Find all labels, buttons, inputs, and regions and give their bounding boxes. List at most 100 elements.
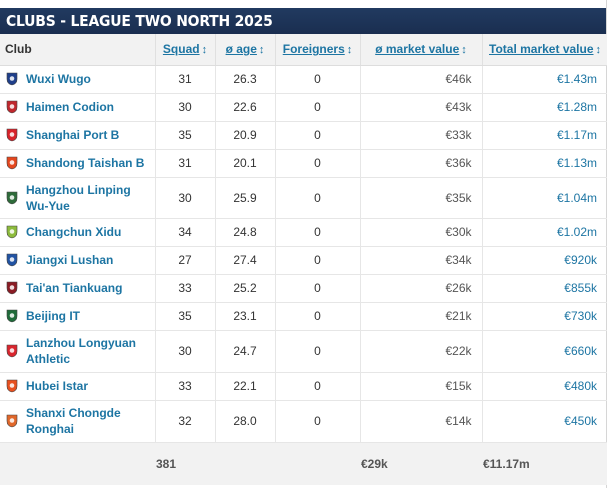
club-name[interactable]: Tai'an Tiankuang — [26, 280, 122, 296]
club-cell[interactable]: Lanzhou Longyuan Athletic — [0, 330, 155, 373]
club-cell[interactable]: Shanxi Chongde Ronghai — [0, 400, 155, 443]
market-value-cell: €30k — [359, 218, 482, 247]
club-name[interactable]: Wuxi Wugo — [26, 71, 91, 87]
club-cell[interactable]: Beijing IT — [0, 302, 155, 331]
table-row: Changchun Xidu 34 24.8 0 €30k €1.02m — [0, 218, 607, 247]
taian-tiankuang-crest-icon[interactable] — [5, 281, 19, 295]
club-name[interactable]: Shanxi Chongde Ronghai — [26, 405, 154, 437]
club-name[interactable]: Changchun Xidu — [26, 224, 121, 240]
beijing-it-crest-icon[interactable] — [5, 309, 19, 323]
club-link[interactable]: Hubei Istar — [5, 378, 154, 394]
club-link[interactable]: Haimen Codion — [5, 99, 154, 115]
total-market-value-cell[interactable]: €1.04m — [481, 177, 607, 219]
sort-icon[interactable]: ↕ — [596, 44, 602, 56]
club-name[interactable]: Hangzhou Linping Wu-Yue — [26, 182, 154, 214]
club-cell[interactable]: Hubei Istar — [0, 372, 155, 401]
club-name[interactable]: Lanzhou Longyuan Athletic — [26, 335, 154, 367]
club-cell[interactable]: Jiangxi Lushan — [0, 246, 155, 275]
table-row: Wuxi Wugo 31 26.3 0 €46k €1.43m — [0, 65, 607, 94]
market-value-cell: €26k — [359, 274, 482, 303]
squad-cell: 31 — [154, 65, 215, 94]
clubs-table: Club Squad ↕ ø age ↕ Foreigners ↕ ø market … — [0, 34, 607, 485]
hubei-istar-crest-icon[interactable] — [5, 379, 19, 393]
age-cell: 24.7 — [214, 330, 275, 373]
club-link[interactable]: Beijing IT — [5, 308, 154, 324]
total-market-value-cell[interactable]: €1.28m — [481, 93, 607, 122]
foreigners-cell: 0 — [274, 65, 360, 94]
club-link[interactable]: Hangzhou Linping Wu-Yue — [5, 182, 154, 214]
total-market-value-cell[interactable]: €855k — [481, 274, 607, 303]
club-cell[interactable]: Tai'an Tiankuang — [0, 274, 155, 303]
total-market-value-cell[interactable]: €730k — [481, 302, 607, 331]
sort-link-foreigners[interactable]: Foreigners — [283, 42, 345, 56]
market-value-cell: €35k — [359, 177, 482, 219]
sort-link-market-value[interactable]: ø market value — [375, 42, 459, 56]
changchun-xidu-crest-icon[interactable] — [5, 225, 19, 239]
club-link[interactable]: Shandong Taishan B — [5, 155, 154, 171]
club-cell[interactable]: Shandong Taishan B — [0, 149, 155, 178]
club-cell[interactable]: Haimen Codion — [0, 93, 155, 122]
sort-link-age[interactable]: ø age — [226, 42, 257, 56]
squad-cell: 33 — [154, 274, 215, 303]
top-spacer — [0, 0, 606, 8]
total-market-value-cell[interactable]: €450k — [481, 400, 607, 443]
club-name[interactable]: Jiangxi Lushan — [26, 252, 113, 268]
shanxi-chongde-ronghai-crest-icon[interactable] — [5, 414, 19, 428]
hangzhou-linping-wu-yue-crest-icon[interactable] — [5, 191, 19, 205]
club-link[interactable]: Tai'an Tiankuang — [5, 280, 154, 296]
column-header-age[interactable]: ø age ↕ — [214, 34, 275, 66]
column-header-market-value[interactable]: ø market value ↕ — [359, 34, 482, 66]
total-market-value-cell[interactable]: €1.02m — [481, 218, 607, 247]
squad-cell: 30 — [154, 177, 215, 219]
column-header-foreigners[interactable]: Foreigners ↕ — [274, 34, 360, 66]
club-cell[interactable]: Hangzhou Linping Wu-Yue — [0, 177, 155, 219]
total-market-value-cell[interactable]: €920k — [481, 246, 607, 275]
club-link[interactable]: Shanghai Port B — [5, 127, 154, 143]
club-link[interactable]: Lanzhou Longyuan Athletic — [5, 335, 154, 367]
market-value-cell: €21k — [359, 302, 482, 331]
club-name[interactable]: Shanghai Port B — [26, 127, 119, 143]
wuxi-wugo-crest-icon[interactable] — [5, 72, 19, 86]
market-value-cell: €43k — [359, 93, 482, 122]
club-link[interactable]: Changchun Xidu — [5, 224, 154, 240]
club-name[interactable]: Beijing IT — [26, 308, 80, 324]
total-market-value-cell[interactable]: €1.17m — [481, 121, 607, 150]
column-header-club: Club — [0, 34, 155, 66]
club-cell[interactable]: Wuxi Wugo — [0, 65, 155, 94]
total-market-value-cell[interactable]: €480k — [481, 372, 607, 401]
sort-icon[interactable]: ↕ — [202, 44, 208, 56]
shandong-taishan-b-crest-icon[interactable] — [5, 156, 19, 170]
total-market-value-cell[interactable]: €1.13m — [481, 149, 607, 178]
column-header-squad[interactable]: Squad ↕ — [154, 34, 215, 66]
shanghai-port-b-crest-icon[interactable] — [5, 128, 19, 142]
club-link[interactable]: Wuxi Wugo — [5, 71, 154, 87]
lanzhou-longyuan-athletic-crest-icon[interactable] — [5, 344, 19, 358]
total-market-value-cell[interactable]: €660k — [481, 330, 607, 373]
market-value-cell: €15k — [359, 372, 482, 401]
club-cell[interactable]: Changchun Xidu — [0, 218, 155, 247]
sort-link-total-market-value[interactable]: Total market value — [489, 42, 593, 56]
club-name[interactable]: Haimen Codion — [26, 99, 114, 115]
clubs-widget: CLUBS - LEAGUE TWO NORTH 2025 Club Squad… — [0, 0, 607, 488]
squad-cell: 30 — [154, 93, 215, 122]
age-cell: 22.6 — [214, 93, 275, 122]
sort-link-squad[interactable]: Squad — [163, 42, 200, 56]
sort-icon[interactable]: ↕ — [347, 44, 353, 56]
squad-cell: 31 — [154, 149, 215, 178]
jiangxi-lushan-crest-icon[interactable] — [5, 253, 19, 267]
sort-icon[interactable]: ↕ — [461, 44, 467, 56]
total-market-value-cell[interactable]: €1.43m — [481, 65, 607, 94]
haimen-codion-crest-icon[interactable] — [5, 100, 19, 114]
sort-icon[interactable]: ↕ — [259, 44, 265, 56]
club-name[interactable]: Shandong Taishan B — [26, 155, 144, 171]
squad-cell: 32 — [154, 400, 215, 443]
club-cell[interactable]: Shanghai Port B — [0, 121, 155, 150]
club-link[interactable]: Jiangxi Lushan — [5, 252, 154, 268]
column-header-total-market-value[interactable]: Total market value ↕ — [481, 34, 607, 66]
age-cell: 20.1 — [214, 149, 275, 178]
totals-age — [215, 442, 275, 485]
totals-total-market-value: €11.17m — [482, 442, 607, 485]
club-name[interactable]: Hubei Istar — [26, 378, 88, 394]
market-value-cell: €34k — [359, 246, 482, 275]
club-link[interactable]: Shanxi Chongde Ronghai — [5, 405, 154, 437]
